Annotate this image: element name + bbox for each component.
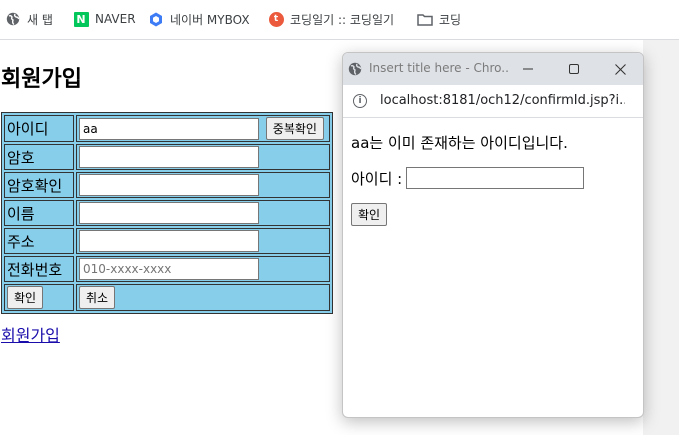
bookmark-label: 코딩일기 :: 코딩일기 <box>290 12 395 27</box>
field-label: 암호확인 <box>4 172 74 198</box>
popup-url[interactable]: localhost:8181/och12/confirmId.jsp?i... <box>380 93 625 108</box>
password-confirm-input[interactable] <box>79 174 259 196</box>
duplicate-message: aa는 이미 존재하는 아이디입니다. <box>351 134 568 152</box>
id-input[interactable] <box>79 117 259 140</box>
field-label: 주소 <box>4 228 74 254</box>
popup-titlebar[interactable]: Insert title here - Chro... <box>343 53 643 85</box>
background-window-edge <box>643 40 679 435</box>
field-label: 아이디 <box>4 115 74 142</box>
globe-icon <box>5 11 21 27</box>
id-row: 아이디 : <box>351 167 635 189</box>
minimize-icon[interactable] <box>517 59 539 79</box>
duplicate-check-button[interactable]: 중복확인 <box>265 117 324 140</box>
bookmark-label: 네이버 MYBOX <box>170 12 250 27</box>
password-input[interactable] <box>79 146 259 168</box>
popup-address-bar: i localhost:8181/och12/confirmId.jsp?i..… <box>343 85 643 118</box>
bookmark-coding-diary[interactable]: t 코딩일기 :: 코딩일기 <box>268 9 394 29</box>
phone-input[interactable] <box>79 258 259 280</box>
reset-button[interactable]: 취소 <box>79 286 116 309</box>
name-input[interactable] <box>79 202 259 224</box>
close-icon[interactable] <box>609 59 631 79</box>
bookmark-coding-folder[interactable]: 코딩 <box>417 9 461 29</box>
tistory-icon: t <box>268 11 284 27</box>
field-label: 암호 <box>4 144 74 170</box>
field-label: 이름 <box>4 200 74 226</box>
bookmark-naver[interactable]: N NAVER <box>73 9 136 29</box>
bookmark-mybox[interactable]: 네이버 MYBOX <box>148 9 250 29</box>
page-title: 회원가입 <box>1 67 82 92</box>
table-row: 확인 취소 <box>4 284 330 311</box>
info-icon[interactable]: i <box>353 94 367 108</box>
bookmark-new-tab[interactable]: 새 탭 <box>5 9 53 29</box>
join-link[interactable]: 회원가입 <box>1 322 60 346</box>
popup-content: aa는 이미 존재하는 아이디입니다. 아이디 : 확인 <box>343 118 643 236</box>
bookmark-label: NAVER <box>95 12 136 26</box>
popup-title: Insert title here - Chro... <box>369 61 509 75</box>
id-label: 아이디 : <box>351 169 403 188</box>
mybox-icon <box>148 11 164 27</box>
submit-button[interactable]: 확인 <box>7 286 44 309</box>
folder-icon <box>417 11 433 27</box>
bookmarks-bar: 새 탭 N NAVER 네이버 MYBOX t 코딩일기 :: 코딩일기 코딩 <box>0 0 679 40</box>
join-form-table: 아이디 중복확인 암호 암호확인 이름 주소 전화번호 확인 취소 <box>1 112 333 314</box>
table-row: 주소 <box>4 228 330 254</box>
table-row: 암호 <box>4 144 330 170</box>
table-row: 이름 <box>4 200 330 226</box>
confirm-button[interactable]: 확인 <box>351 203 388 226</box>
popup-window: Insert title here - Chro... i localhost:… <box>342 52 644 418</box>
bookmark-label: 코딩 <box>439 12 462 27</box>
bookmark-label: 새 탭 <box>27 12 53 27</box>
table-row: 아이디 중복확인 <box>4 115 330 142</box>
table-row: 전화번호 <box>4 256 330 282</box>
address-input[interactable] <box>79 230 259 252</box>
globe-icon <box>348 61 362 80</box>
naver-icon: N <box>73 11 89 27</box>
popup-id-input[interactable] <box>406 167 585 189</box>
table-row: 암호확인 <box>4 172 330 198</box>
field-label: 전화번호 <box>4 256 74 282</box>
maximize-icon[interactable] <box>563 59 585 79</box>
